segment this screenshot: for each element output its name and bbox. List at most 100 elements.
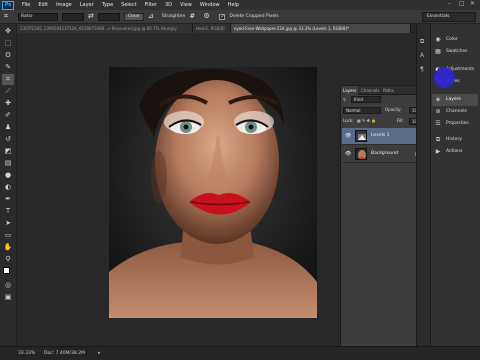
path-selection-tool-icon[interactable]: ➤ — [2, 218, 14, 229]
blend-mode-select[interactable]: Normal — [343, 107, 381, 114]
quick-select-tool-icon[interactable]: ✎ — [2, 62, 14, 73]
tab-layers[interactable]: Layers — [341, 86, 359, 95]
clone-stamp-tool-icon[interactable]: ♟ — [2, 122, 14, 133]
dock-history[interactable]: ⧉ History — [432, 134, 478, 146]
dock-layers[interactable]: ◈ Layers — [432, 94, 478, 106]
menu-type[interactable]: Type — [102, 2, 113, 8]
dock-history-label: History — [446, 137, 463, 142]
maximize-button[interactable]: □ — [459, 1, 465, 7]
dock-actions[interactable]: ▶ Actions — [432, 146, 478, 158]
menu-image[interactable]: Image — [56, 2, 72, 8]
menu-select[interactable]: Select — [121, 2, 136, 8]
channels-icon: ⊛ — [435, 108, 441, 115]
dock-color[interactable]: ◉ Color — [432, 34, 478, 46]
eraser-tool-icon[interactable]: ◩ — [2, 146, 14, 157]
collapsed-dock-strip: ⧉ A ¶ — [416, 24, 430, 346]
layer-name[interactable]: Background — [371, 151, 398, 156]
visibility-eye-icon[interactable]: 👁 — [345, 134, 351, 139]
ratio-height-input[interactable] — [98, 12, 120, 21]
tab-recovered-doc[interactable]: 1307f2345_1399594237126_6530073489...s-R… — [17, 24, 193, 33]
visibility-eye-icon[interactable]: 👁 — [345, 152, 351, 157]
swatches-icon: ▦ — [435, 48, 441, 55]
close-button[interactable]: ✕ — [470, 1, 476, 7]
swap-icon[interactable]: ⇄ — [88, 12, 94, 21]
overlay-grid-icon[interactable]: # — [189, 12, 199, 21]
lasso-tool-icon[interactable]: ʘ — [2, 50, 14, 61]
brush-tool-icon[interactable]: ✐ — [2, 110, 14, 121]
portrait-photo — [109, 67, 317, 318]
menu-edit[interactable]: Edit — [38, 2, 48, 8]
dock-color-label: Color — [446, 37, 458, 42]
actions-icon: ▶ — [435, 148, 441, 155]
menu-bar: Ps File Edit Image Layer Type Select Fil… — [0, 0, 480, 10]
move-tool-icon[interactable]: ✥ — [2, 26, 14, 37]
dock-actions-label: Actions — [446, 149, 463, 154]
tools-panel: ✥ ⬚ ʘ ✎ ⌗ ⟋ ✚ ✐ ♟ ↺ ◩ ▤ ● ◐ ✒ T ➤ ▭ ✋ ⚲ … — [0, 24, 17, 346]
dock-properties[interactable]: ☰ Properties — [432, 118, 478, 130]
pen-tool-icon[interactable]: ✒ — [2, 194, 14, 205]
layer-thumbnail — [355, 130, 367, 142]
filter-search-icon[interactable]: ⚲ — [343, 96, 351, 104]
cursor-highlight — [434, 67, 455, 88]
dock-swatches[interactable]: ▦ Swatches — [432, 46, 478, 58]
status-bar: 33.33% Doc: 7.40M/38.2M ▸ — [0, 346, 480, 360]
quick-mask-icon[interactable]: ◎ — [2, 280, 14, 291]
tab-paths[interactable]: Paths — [381, 86, 396, 95]
document-image[interactable] — [109, 67, 317, 318]
lock-icons[interactable]: ▦ ✎ ✥ 🔒 — [357, 117, 376, 125]
opacity-label: Opacity: — [385, 107, 402, 112]
options-bar: ⌗ Ratio ⇄ Clear ⊿ Straighten # ⚙ ✓ Delet… — [0, 10, 480, 24]
tab-face-wallpaper[interactable]: eyed-Face-Wallpaper-224.jpg @ 33.3% (Lev… — [231, 24, 411, 33]
workspace-select[interactable]: Essentials — [422, 12, 476, 22]
zoom-tool-icon[interactable]: ⚲ — [2, 254, 14, 265]
paragraph-panel-icon[interactable]: ¶ — [420, 66, 428, 74]
menu-file[interactable]: File — [22, 2, 30, 8]
character-panel-icon[interactable]: A — [420, 52, 428, 60]
zoom-level[interactable]: 33.33% — [18, 351, 35, 356]
eyedropper-tool-icon[interactable]: ⟋ — [2, 86, 14, 97]
fill-label: Fill: — [397, 118, 404, 123]
crop-tool-icon[interactable]: ⌗ — [2, 74, 14, 85]
color-icon: ◉ — [435, 36, 441, 43]
type-tool-icon[interactable]: T — [2, 206, 14, 217]
minimize-button[interactable]: – — [448, 1, 454, 7]
ratio-select[interactable]: Ratio — [18, 12, 58, 21]
properties-icon: ☰ — [435, 120, 441, 127]
hand-tool-icon[interactable]: ✋ — [2, 242, 14, 253]
straighten-icon[interactable]: ⊿ — [148, 12, 158, 21]
delete-cropped-checkbox[interactable]: ✓ — [219, 13, 226, 20]
ratio-width-input[interactable] — [62, 12, 84, 21]
tab-hungry-heart[interactable]: Hear1, RGB/8) — [193, 24, 231, 33]
layer-thumbnail — [355, 148, 367, 160]
delete-cropped-label: Delete Cropped Pixels — [229, 14, 279, 19]
clear-button[interactable]: Clear — [124, 12, 144, 21]
gradient-tool-icon[interactable]: ▤ — [2, 158, 14, 169]
dock-channels[interactable]: ⊛ Channels — [432, 106, 478, 118]
layer-kind-select[interactable]: Kind — [351, 96, 381, 103]
healing-brush-tool-icon[interactable]: ✚ — [2, 98, 14, 109]
settings-gear-icon[interactable]: ⚙ — [203, 12, 213, 21]
menu-view[interactable]: View — [180, 2, 192, 8]
menu-3d[interactable]: 3D — [165, 2, 172, 8]
menu-help[interactable]: Help — [228, 2, 239, 8]
menu-layer[interactable]: Layer — [80, 2, 94, 8]
dodge-tool-icon[interactable]: ◐ — [2, 182, 14, 193]
tab-channels[interactable]: Channels — [359, 86, 382, 95]
crop-tool-icon[interactable]: ⌗ — [4, 12, 14, 21]
menu-filter[interactable]: Filter — [145, 2, 157, 8]
screen-mode-icon[interactable]: ▣ — [2, 292, 14, 303]
color-swatches-icon[interactable] — [2, 266, 14, 277]
marquee-tool-icon[interactable]: ⬚ — [2, 38, 14, 49]
history-icon: ⧉ — [435, 136, 441, 143]
straighten-label[interactable]: Straighten — [162, 14, 186, 19]
photoshop-logo: Ps — [2, 0, 14, 10]
status-menu-arrow-icon[interactable]: ▸ — [98, 350, 101, 356]
layer-name[interactable]: Levels 1 — [371, 133, 390, 138]
history-brush-tool-icon[interactable]: ↺ — [2, 134, 14, 145]
shape-tool-icon[interactable]: ▭ — [2, 230, 14, 241]
dock-properties-label: Properties — [446, 121, 469, 126]
blur-tool-icon[interactable]: ● — [2, 170, 14, 181]
history-panel-icon[interactable]: ⧉ — [420, 38, 428, 46]
menu-window[interactable]: Window — [200, 2, 220, 8]
dock-swatches-label: Swatches — [446, 49, 468, 54]
